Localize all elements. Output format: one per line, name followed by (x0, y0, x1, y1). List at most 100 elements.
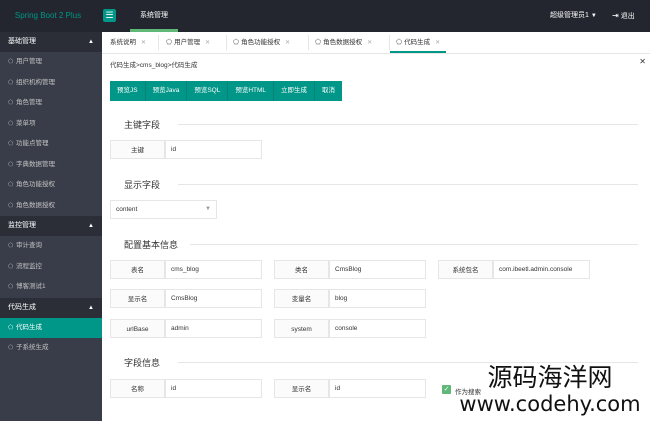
sidebar-group-monitor[interactable]: 监控管理 ▲ (0, 216, 102, 236)
sidebar-group-basic[interactable]: 基础管理 ▲ (0, 32, 102, 52)
tab-role-data[interactable]: ⬠ 角色数据授权 ✕ (315, 32, 372, 53)
sidebar-item-label: 菜单项 (16, 119, 36, 127)
sidebar: 基础管理 ▲ ⬠ 用户管理 ⬠ 组织机构管理 ⬠ 角色管理 ⬠ 菜单项 ⬠ 功能点管理 ⬠ 字… (0, 32, 102, 421)
system-input[interactable]: console (329, 319, 426, 338)
table-name-label: 表名 (110, 260, 165, 279)
close-icon[interactable]: ✕ (435, 40, 440, 46)
sidebar-item-workflow[interactable]: ⬠ 流程监控 (0, 257, 102, 278)
tab-role-function[interactable]: ⬠ 角色功能授权 ✕ (233, 32, 290, 53)
sidebar-item-label: 角色管理 (16, 99, 42, 106)
generate-now-button[interactable]: 立即生成 (274, 81, 316, 101)
field-display-label: 显示名 (274, 379, 329, 398)
pentagon-icon: ⬠ (315, 39, 322, 46)
sidebar-item-label: 用户管理 (16, 58, 42, 65)
top-nav-system-management[interactable]: 系统管理 (130, 0, 178, 32)
tab-label: 系统说明 (110, 39, 136, 46)
section-divider (178, 124, 638, 125)
sidebar-item-label: 字典数据管理 (16, 160, 55, 168)
sidebar-item-codegen[interactable]: ⬠ 代码生成 (0, 317, 102, 338)
sidebar-item-label: 功能点管理 (16, 140, 49, 147)
class-name-input[interactable]: CmsBlog (329, 260, 426, 279)
package-name-input[interactable]: com.ibeetl.admin.console (493, 260, 590, 279)
pentagon-icon: ⬠ (166, 39, 173, 46)
tab-label: 用户管理 (174, 39, 201, 46)
class-name-label: 类名 (274, 260, 329, 279)
menu-icon[interactable]: ☰ (103, 9, 116, 22)
section-title-primary-key: 主键字段 (124, 120, 161, 130)
pentagon-icon: ⬠ (396, 39, 403, 46)
sidebar-group-label: 代码生成 (8, 303, 36, 311)
sidebar-item-users[interactable]: ⬠ 用户管理 (0, 52, 102, 73)
sidebar-item-role-function[interactable]: ⬠ 角色功能授权 (0, 175, 102, 196)
tab-system-info[interactable]: 系统说明 ✕ (110, 32, 146, 53)
tab-bar: 系统说明 ✕ ⬠ 用户管理 ✕ ⬠ 角色功能授权 ✕ ⬠ 角色数据授权 ✕ ⬠ 代码生成 ✕ (102, 32, 650, 54)
pentagon-icon: ⬠ (8, 79, 14, 86)
field-name-input[interactable]: id (165, 379, 262, 398)
logout-button[interactable]: ⇥ 退出 (612, 0, 635, 32)
section-title-basic: 配置基本信息 (124, 240, 179, 250)
close-icon[interactable]: ✕ (639, 57, 646, 66)
close-icon[interactable]: ✕ (141, 40, 146, 46)
sidebar-item-label: 角色功能授权 (16, 181, 55, 188)
sidebar-item-dictionary[interactable]: ⬠ 字典数据管理 (0, 155, 102, 176)
tab-users[interactable]: ⬠ 用户管理 ✕ (166, 32, 210, 53)
pentagon-icon: ⬠ (8, 59, 14, 65)
pentagon-icon: ⬠ (8, 100, 14, 106)
sidebar-item-role-data[interactable]: ⬠ 角色数据授权 (0, 196, 102, 217)
sidebar-item-blog-test[interactable]: ⬠ 博客测试1 (0, 277, 102, 298)
tab-divider (158, 35, 159, 50)
url-base-label: urlBase (110, 319, 165, 338)
display-name-input[interactable]: CmsBlog (165, 289, 262, 308)
sidebar-item-label: 组织机构管理 (16, 78, 55, 86)
display-field-select[interactable]: content ▼ (110, 200, 217, 219)
sidebar-item-label: 博客测试1 (16, 283, 46, 290)
field-name-label: 名称 (110, 379, 165, 398)
toolbar: 预览JS 预览Java 预览SQL 预览HTML 立即生成 取消 (110, 81, 343, 101)
user-name: 超级管理员1 (550, 12, 589, 19)
tab-codegen[interactable]: ⬠ 代码生成 ✕ (390, 32, 447, 53)
brand-logo[interactable]: Spring Boot 2 Plus (0, 0, 96, 32)
watermark: 源码海洋网 www.codehy.com (450, 364, 650, 417)
url-base-input[interactable]: admin (165, 319, 262, 338)
variable-name-input[interactable]: blog (329, 289, 426, 308)
caret-down-icon: ▼ (590, 13, 597, 19)
table-name-input[interactable]: cms_blog (165, 260, 262, 279)
preview-html-button[interactable]: 预览HTML (228, 81, 275, 101)
logout-label: 退出 (620, 13, 635, 20)
sidebar-item-label: 审计查询 (16, 242, 42, 249)
section-title-fields: 字段信息 (124, 358, 161, 368)
pentagon-icon: ⬠ (8, 263, 14, 270)
sidebar-item-label: 代码生成 (16, 323, 42, 331)
tab-label: 角色功能授权 (241, 39, 281, 46)
caret-up-icon: ▲ (88, 223, 94, 229)
sidebar-item-roles[interactable]: ⬠ 角色管理 (0, 93, 102, 114)
system-label: system (274, 319, 329, 338)
sidebar-item-label: 子系统生成 (16, 344, 49, 351)
close-icon[interactable]: ✕ (285, 40, 290, 46)
sidebar-group-label: 监控管理 (8, 222, 36, 229)
tab-label: 角色数据授权 (323, 39, 363, 46)
section-title-display: 显示字段 (124, 180, 161, 190)
preview-js-button[interactable]: 预览JS (110, 81, 146, 101)
primary-key-input[interactable]: id (165, 140, 262, 159)
sidebar-group-label: 基础管理 (8, 38, 36, 45)
field-display-input[interactable]: id (329, 379, 426, 398)
pentagon-icon: ⬠ (8, 182, 14, 188)
close-icon[interactable]: ✕ (205, 40, 210, 46)
sidebar-item-subsystem[interactable]: ⬠ 子系统生成 (0, 338, 102, 359)
display-name-label: 显示名 (110, 289, 165, 308)
pentagon-icon: ⬠ (8, 161, 14, 168)
sidebar-group-codegen[interactable]: 代码生成 ▲ (0, 297, 102, 318)
close-icon[interactable]: ✕ (367, 40, 372, 46)
preview-java-button[interactable]: 预览Java (146, 81, 188, 101)
sidebar-item-org[interactable]: ⬠ 组织机构管理 (0, 73, 102, 94)
pentagon-icon: ⬠ (8, 284, 14, 290)
sidebar-item-audit[interactable]: ⬠ 审计查询 (0, 236, 102, 257)
sidebar-item-functions[interactable]: ⬠ 功能点管理 (0, 134, 102, 155)
sidebar-item-menu[interactable]: ⬠ 菜单项 (0, 114, 102, 135)
section-divider (190, 244, 638, 245)
cancel-button[interactable]: 取消 (315, 81, 342, 101)
pentagon-icon: ⬠ (233, 39, 240, 46)
user-menu[interactable]: 超级管理员1 ▼ (550, 0, 597, 32)
preview-sql-button[interactable]: 预览SQL (187, 81, 229, 101)
